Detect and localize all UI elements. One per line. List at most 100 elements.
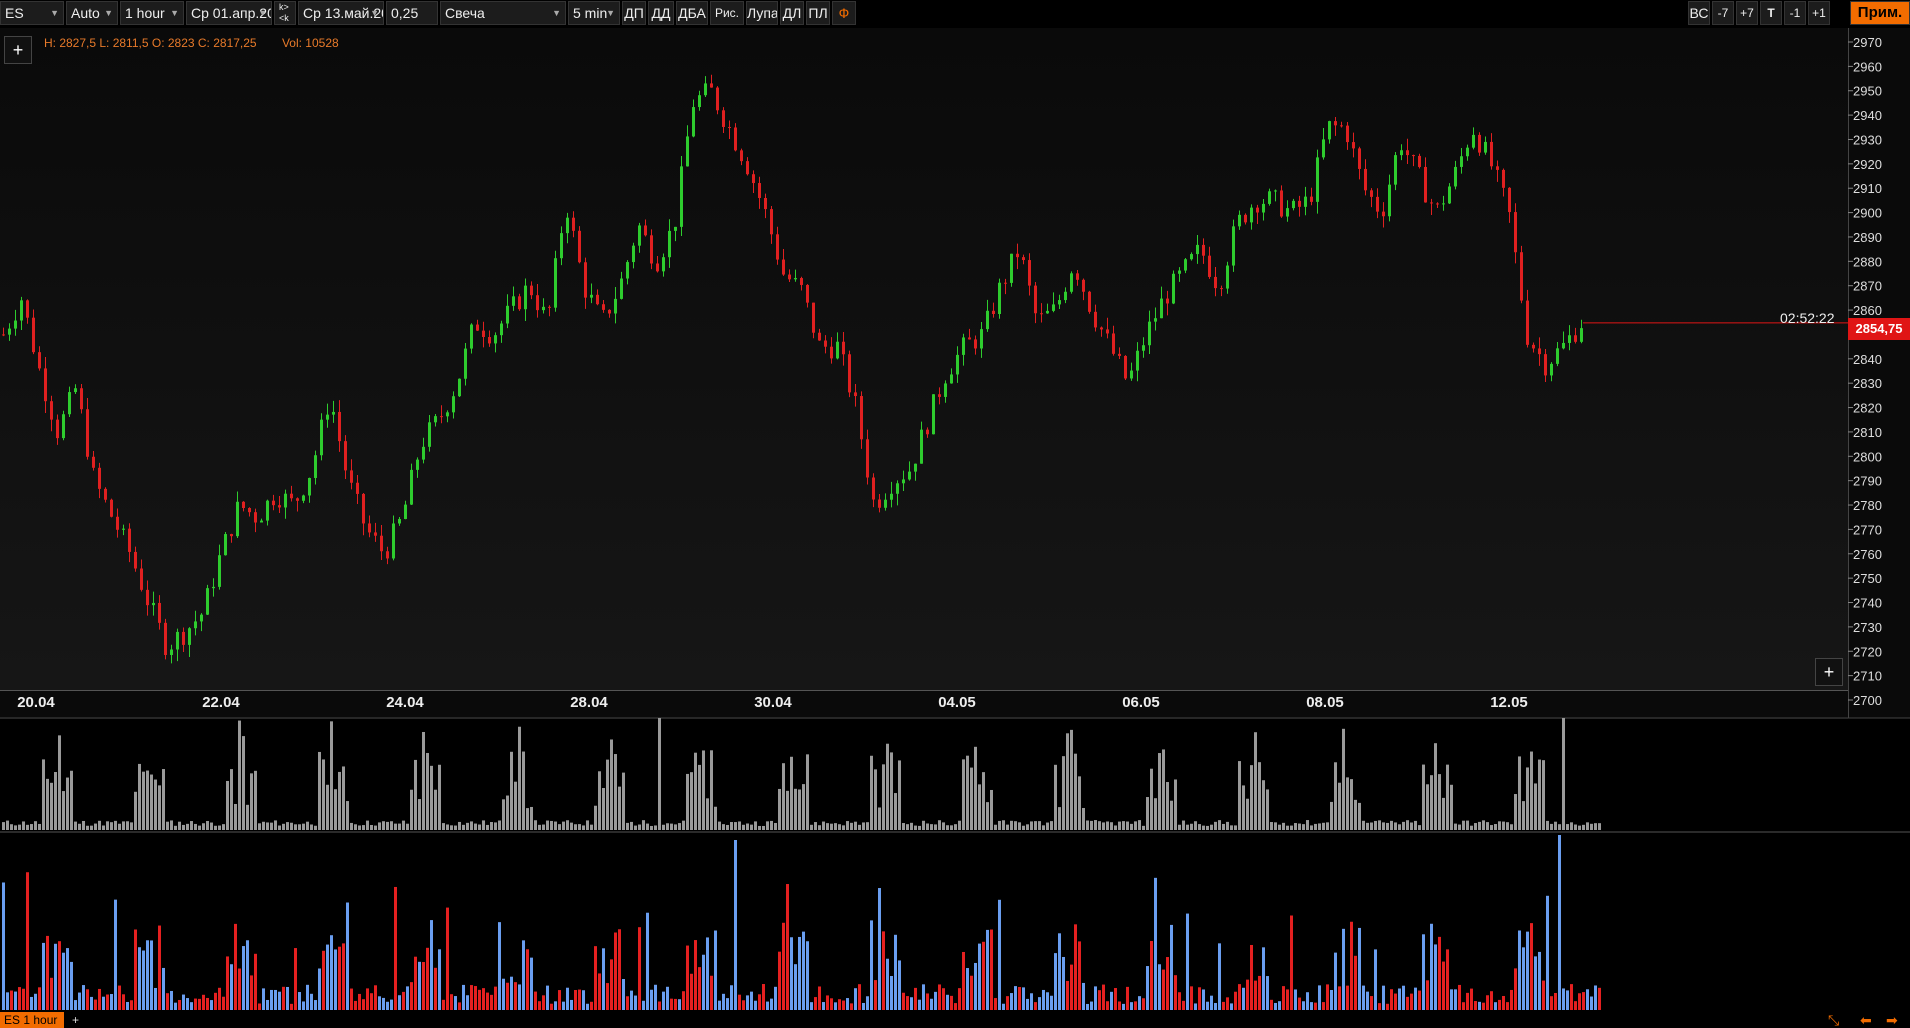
volume-bar (1470, 825, 1473, 830)
delta-bar (1114, 988, 1117, 1010)
volume-bar (18, 824, 21, 830)
delta-bar (398, 995, 401, 1010)
delta-bar (390, 999, 393, 1010)
volume-bar (334, 789, 337, 830)
candle-body (1502, 169, 1505, 188)
volume-bar (926, 823, 929, 830)
volume-bar (1402, 821, 1405, 830)
delta-bar (1270, 999, 1273, 1010)
delta-bar (366, 988, 369, 1010)
volume-bar (1450, 784, 1453, 830)
add-indicator-button[interactable]: + (4, 36, 32, 64)
candle-body (1286, 208, 1289, 217)
candle-body (356, 482, 359, 494)
delta-bar (730, 985, 733, 1010)
delta-bar (714, 930, 717, 1010)
candle-body (236, 501, 239, 537)
candle-body (1262, 203, 1265, 213)
candle-body (794, 278, 797, 280)
delta-bar (766, 1001, 769, 1010)
volume-bar (482, 820, 485, 830)
zoom-plus-button[interactable]: + (1815, 658, 1843, 686)
add-tab-button[interactable]: + (72, 1012, 86, 1028)
candle-body (1436, 203, 1439, 205)
volume-bar (314, 825, 317, 830)
volume-bar (1374, 820, 1377, 830)
delta-bar (230, 964, 233, 1010)
volume-bar (122, 821, 125, 830)
candle-body (740, 150, 743, 162)
delta-bar (814, 997, 817, 1010)
delta-bar (686, 945, 689, 1010)
volume-bar (638, 824, 641, 830)
delta-bar (1198, 987, 1201, 1010)
candle-body (1034, 285, 1037, 314)
delta-bar (1458, 984, 1461, 1010)
volume-bar (1506, 822, 1509, 830)
delta-bar (1142, 998, 1145, 1010)
volume-bar (530, 806, 533, 830)
volume-bar (534, 820, 537, 830)
candle-body (524, 285, 527, 310)
volume-bar (466, 822, 469, 830)
delta-bar (830, 998, 833, 1010)
candle-body (104, 488, 107, 500)
delta-bar (466, 995, 469, 1010)
volume-bar (1530, 751, 1533, 830)
candle-body (1376, 196, 1379, 212)
volume-bar (1382, 822, 1385, 830)
expand-icon[interactable]: ⤡ (1828, 1012, 1839, 1028)
delta-bar (718, 1000, 721, 1010)
volume-bar (126, 821, 129, 830)
candle-body (452, 396, 455, 413)
delta-bar (1330, 989, 1333, 1010)
candle-body (800, 278, 803, 285)
candle-body (1334, 121, 1337, 126)
volume-bar (798, 789, 801, 830)
candle-body (1526, 300, 1529, 345)
delta-bar (254, 953, 257, 1010)
volume-bar (310, 824, 313, 830)
candle-body (1382, 211, 1385, 217)
candle-body (1370, 190, 1373, 197)
candle-body (1562, 342, 1565, 349)
scroll-right-icon[interactable]: ➡ (1886, 1012, 1898, 1028)
volume-bar (694, 752, 697, 830)
delta-bar (1422, 934, 1425, 1010)
delta-bar (1582, 992, 1585, 1010)
y-tick-label: 2860 (1853, 303, 1882, 318)
volume-bar (646, 823, 649, 830)
volume-bar (430, 765, 433, 830)
volume-bar (1258, 762, 1261, 830)
volume-bar (54, 772, 57, 830)
tab-es-1hour[interactable]: ES 1 hour (0, 1012, 64, 1028)
candle-body (1328, 121, 1331, 140)
delta-bar (438, 949, 441, 1010)
candle-body (116, 516, 119, 530)
scroll-left-icon[interactable]: ⬅ (1860, 1012, 1872, 1028)
delta-bar (698, 967, 701, 1010)
delta-bar (1470, 988, 1473, 1010)
y-tick-label: 2700 (1853, 693, 1882, 708)
volume-bar (806, 754, 809, 830)
delta-bar (1158, 964, 1161, 1010)
volume-bar (1266, 789, 1269, 830)
candle-body (698, 95, 701, 108)
volume-bar (758, 825, 761, 830)
delta-bar (578, 989, 581, 1010)
volume-bar (102, 825, 105, 830)
volume-bar (46, 778, 49, 830)
delta-bar (434, 967, 437, 1010)
delta-bar (30, 996, 33, 1010)
delta-bar (82, 985, 85, 1010)
delta-bar (54, 943, 57, 1010)
candle-body (986, 310, 989, 330)
volume-bar (1462, 820, 1465, 830)
delta-bar (1078, 941, 1081, 1010)
candle-body (1148, 321, 1151, 346)
delta-bar (1594, 985, 1597, 1010)
delta-bar (558, 990, 561, 1010)
volume-bar (1250, 765, 1253, 830)
delta-bar (1130, 1002, 1133, 1010)
delta-bar (250, 975, 253, 1010)
